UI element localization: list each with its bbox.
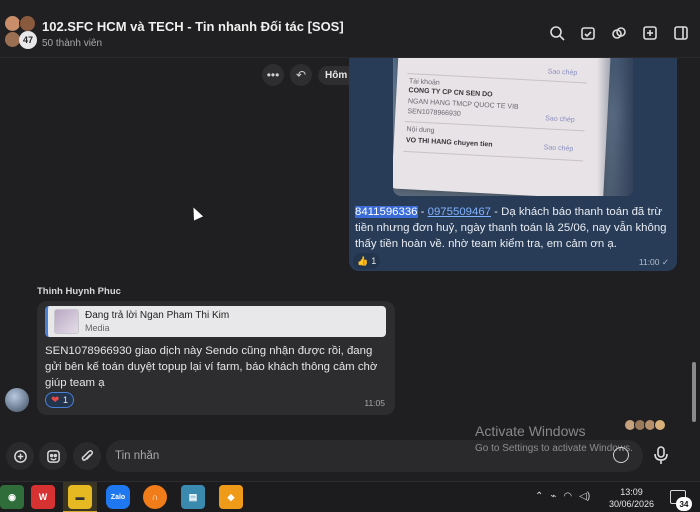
incoming-message[interactable]: Đang trả lời Ngan Pham Thi Kim Media SEN… <box>37 301 395 415</box>
photo-label: Tài khoản <box>408 78 440 87</box>
mic-icon[interactable] <box>652 445 670 468</box>
member-count-badge: 47 <box>19 31 37 49</box>
reaction-badge[interactable]: 👍 1 <box>353 253 381 269</box>
quote-title: Đang trả lời Ngan Pham Thi Kim <box>85 310 230 321</box>
attach-icon[interactable] <box>73 442 101 470</box>
reaction-count: 1 <box>63 395 69 405</box>
copy-label: Sao chép <box>543 144 574 153</box>
wps-icon[interactable]: W <box>31 485 55 509</box>
sticker-icon[interactable] <box>39 442 67 470</box>
message-text: SEN1078966930 giao dịch này Sendo cũng n… <box>45 345 378 389</box>
receipt-photo: Sao chép Tài khoản CONG TY CP CN SEN DO … <box>393 58 611 196</box>
heart-icon: ❤ <box>51 394 60 406</box>
clock-time: 13:09 <box>620 487 643 497</box>
reply-quote[interactable]: Đang trả lời Ngan Pham Thi Kim Media <box>45 306 386 337</box>
group-avatar[interactable]: 47 <box>4 15 38 49</box>
reaction-badge[interactable]: ❤ 1 <box>45 392 75 408</box>
watermark-title: Activate Windows <box>475 423 586 439</box>
sidebar-toggle-icon[interactable] <box>672 24 690 42</box>
quote-thumbnail <box>54 309 79 334</box>
thumbs-up-icon: 👍 <box>357 255 369 266</box>
copy-label: Sao chép <box>547 68 578 77</box>
more-icon[interactable]: ••• <box>262 64 284 86</box>
notification-count: 34 <box>676 497 692 511</box>
message-list[interactable]: ••• ↶ Hôm nay Sao chép Tài khoản CONG TY… <box>0 58 700 433</box>
wifi-icon[interactable]: ◠ <box>563 491 572 502</box>
member-avatar <box>19 15 36 32</box>
vpn-icon[interactable]: ∩ <box>143 485 167 509</box>
scrollbar[interactable] <box>692 362 696 422</box>
network-icon[interactable]: ⌁ <box>550 491 556 502</box>
files-icon[interactable]: ◆ <box>219 485 243 509</box>
message-time: 11:00 ✓ <box>638 257 669 267</box>
system-tray: ⌃ ⌁ ◠ ◁) <box>535 491 590 502</box>
watermark-subtitle: Go to Settings to activate Windows. <box>475 443 633 454</box>
copy-label: Sao chép <box>545 115 575 124</box>
highlighted-number[interactable]: 8411596336 <box>355 206 418 218</box>
sender-name[interactable]: Thinh Huynh Phuc <box>37 286 121 297</box>
photo-account-number: SEN1078966930 <box>407 108 461 118</box>
message-time: 11:05 <box>364 398 385 408</box>
photo-content: VO THI HANG chuyen tien <box>405 137 493 149</box>
quote-type: Media <box>85 323 110 333</box>
link-icon[interactable] <box>610 24 628 42</box>
message-text: 8411596336 - 0975509467 - Dạ khách báo t… <box>355 204 673 252</box>
steam-icon[interactable]: ◉ <box>0 485 24 509</box>
outgoing-message[interactable]: Sao chép Tài khoản CONG TY CP CN SEN DO … <box>349 58 677 271</box>
plus-icon[interactable] <box>6 442 34 470</box>
reaction-count: 1 <box>371 256 377 266</box>
add-user-icon[interactable] <box>641 24 659 42</box>
member-count[interactable]: 50 thành viên <box>42 38 344 49</box>
volume-icon[interactable]: ◁) <box>579 491 590 502</box>
photo-label: Nội dung <box>406 126 435 135</box>
system-clock[interactable]: 13:09 30/06/2026 <box>609 486 654 510</box>
phone-link[interactable]: 0975509467 <box>428 206 491 218</box>
chat-title[interactable]: 102.SFC HCM và TECH - Tin nhanh Đối tác … <box>42 19 344 34</box>
sender-avatar[interactable] <box>5 388 29 412</box>
calendar-check-icon[interactable] <box>579 24 597 42</box>
chat-header: 47 102.SFC HCM và TECH - Tin nhanh Đối t… <box>0 0 700 58</box>
seen-avatar <box>654 419 666 431</box>
taskbar: ◉ W ▬ Zalo ∩ ▤ ◆ ⌃ ⌁ ◠ ◁) 13:09 30/06/20… <box>0 481 700 512</box>
message-image[interactable]: Sao chép Tài khoản CONG TY CP CN SEN DO … <box>393 58 633 196</box>
chevron-up-icon[interactable]: ⌃ <box>535 491 543 502</box>
reply-icon[interactable]: ↶ <box>290 64 312 86</box>
activation-watermark: Activate Windows Go to Settings to activ… <box>475 423 633 454</box>
zalo-icon[interactable]: Zalo <box>106 485 130 509</box>
clock-date: 30/06/2026 <box>609 499 655 509</box>
sticky-notes-icon[interactable]: ▬ <box>68 485 92 509</box>
browser-icon[interactable]: ▤ <box>181 485 205 509</box>
search-icon[interactable] <box>548 24 566 42</box>
photo-account-name: CONG TY CP CN SEN DO <box>408 87 493 99</box>
text-separator: - <box>417 206 428 218</box>
